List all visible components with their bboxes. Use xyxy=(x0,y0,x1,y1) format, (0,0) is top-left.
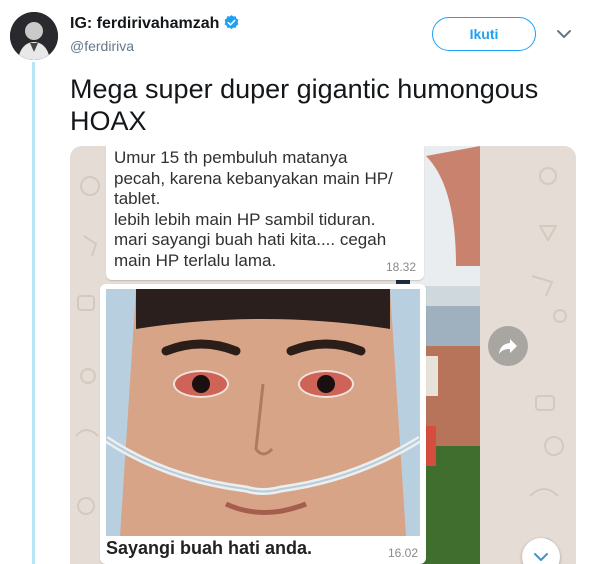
avatar-image xyxy=(10,12,58,60)
face-photo xyxy=(106,289,420,536)
display-name-text: IG: ferdirivahamzah xyxy=(70,15,220,32)
forward-arrow-icon xyxy=(499,339,517,354)
tweet-text: Mega super duper gigantic humongous HOAX xyxy=(70,74,539,136)
photo-caption: Sayangi buah hati anda. xyxy=(106,538,313,558)
tweet-media[interactable]: Umur 15 th pembuluh matanya pecah, karen… xyxy=(70,146,576,564)
thread-line xyxy=(32,62,35,564)
photo-time: 16.02 xyxy=(387,546,418,560)
user-handle[interactable]: @ferdiriva xyxy=(70,38,134,54)
follow-button-label: Ikuti xyxy=(469,26,499,42)
chat-message-time: 18.32 xyxy=(385,260,416,274)
display-name[interactable]: IG: ferdirivahamzah xyxy=(70,14,240,36)
avatar[interactable] xyxy=(10,12,58,60)
chat-message-text: Umur 15 th pembuluh matanya pecah, karen… xyxy=(114,148,393,270)
verified-badge-icon xyxy=(223,14,240,36)
chat-message-bubble: Umur 15 th pembuluh matanya pecah, karen… xyxy=(106,146,424,280)
follow-button[interactable]: Ikuti xyxy=(432,17,536,51)
chevron-down-icon xyxy=(534,553,548,561)
chat-photo-bubble: Sayangi buah hati anda. 16.02 xyxy=(100,284,426,564)
forward-button[interactable] xyxy=(488,326,528,366)
chevron-down-icon[interactable] xyxy=(554,24,574,44)
